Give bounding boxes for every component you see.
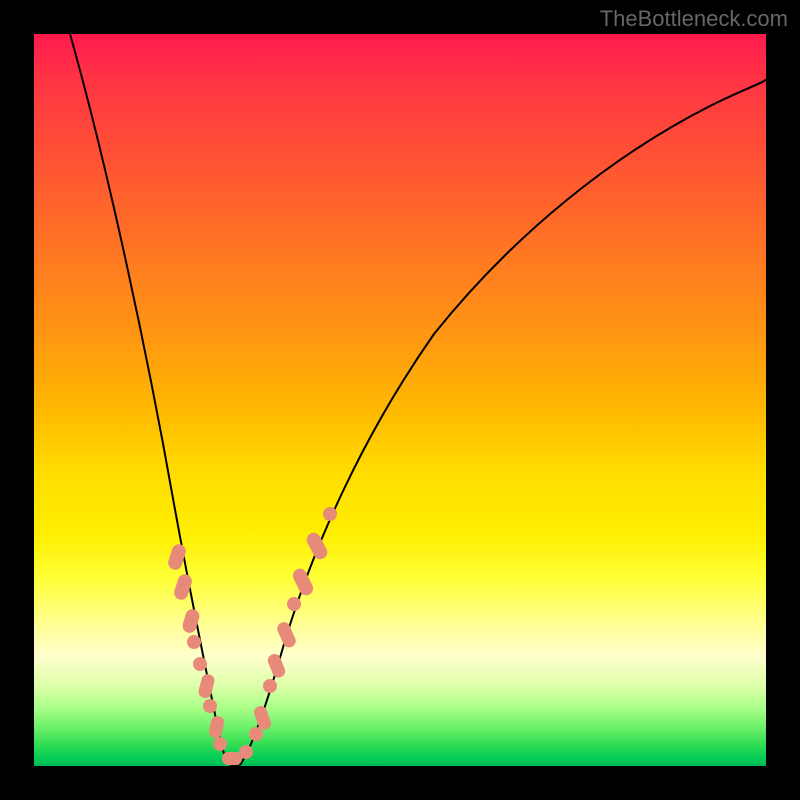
curve-markers [166, 507, 337, 765]
chart-plot-area [34, 34, 766, 766]
chart-svg [34, 34, 766, 766]
watermark-text: TheBottleneck.com [600, 6, 788, 32]
bottleneck-curve [70, 34, 766, 766]
